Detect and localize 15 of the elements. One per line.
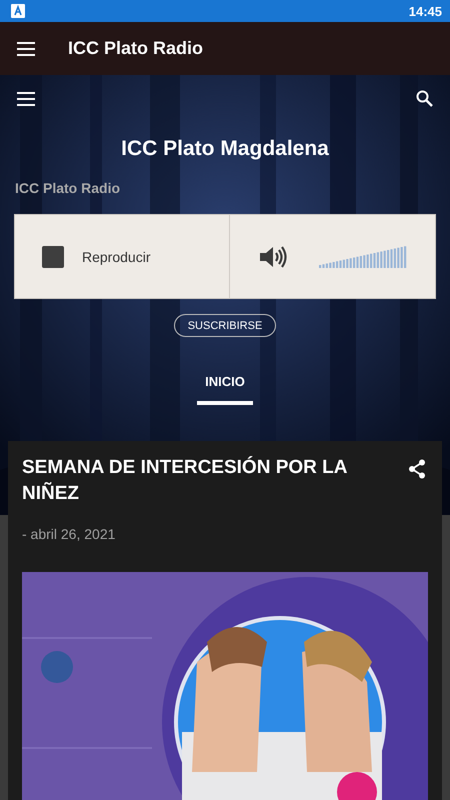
search-icon[interactable]: [416, 90, 433, 107]
subscribe-button[interactable]: SUSCRIBIRSE: [174, 314, 276, 337]
post-date: - abril 26, 2021: [22, 526, 116, 542]
menu-icon[interactable]: [17, 42, 35, 56]
share-icon[interactable]: [408, 459, 426, 479]
site-subtitle: ICC Plato Radio: [15, 180, 120, 196]
menu-icon[interactable]: [17, 92, 35, 106]
speaker-icon[interactable]: [259, 244, 287, 268]
tab[interactable]: INICIO: [197, 374, 253, 405]
app-title: ICC Plato Radio: [68, 38, 204, 59]
post-title: SEMANA DE INTERCESIÓN POR LA NIÑEZ: [22, 455, 348, 506]
play-button[interactable]: Reproducir: [15, 215, 230, 298]
app-icon: [11, 4, 25, 18]
site-title: ICC Plato Magdalena: [121, 137, 329, 161]
status-time: 14:45: [408, 4, 442, 18]
